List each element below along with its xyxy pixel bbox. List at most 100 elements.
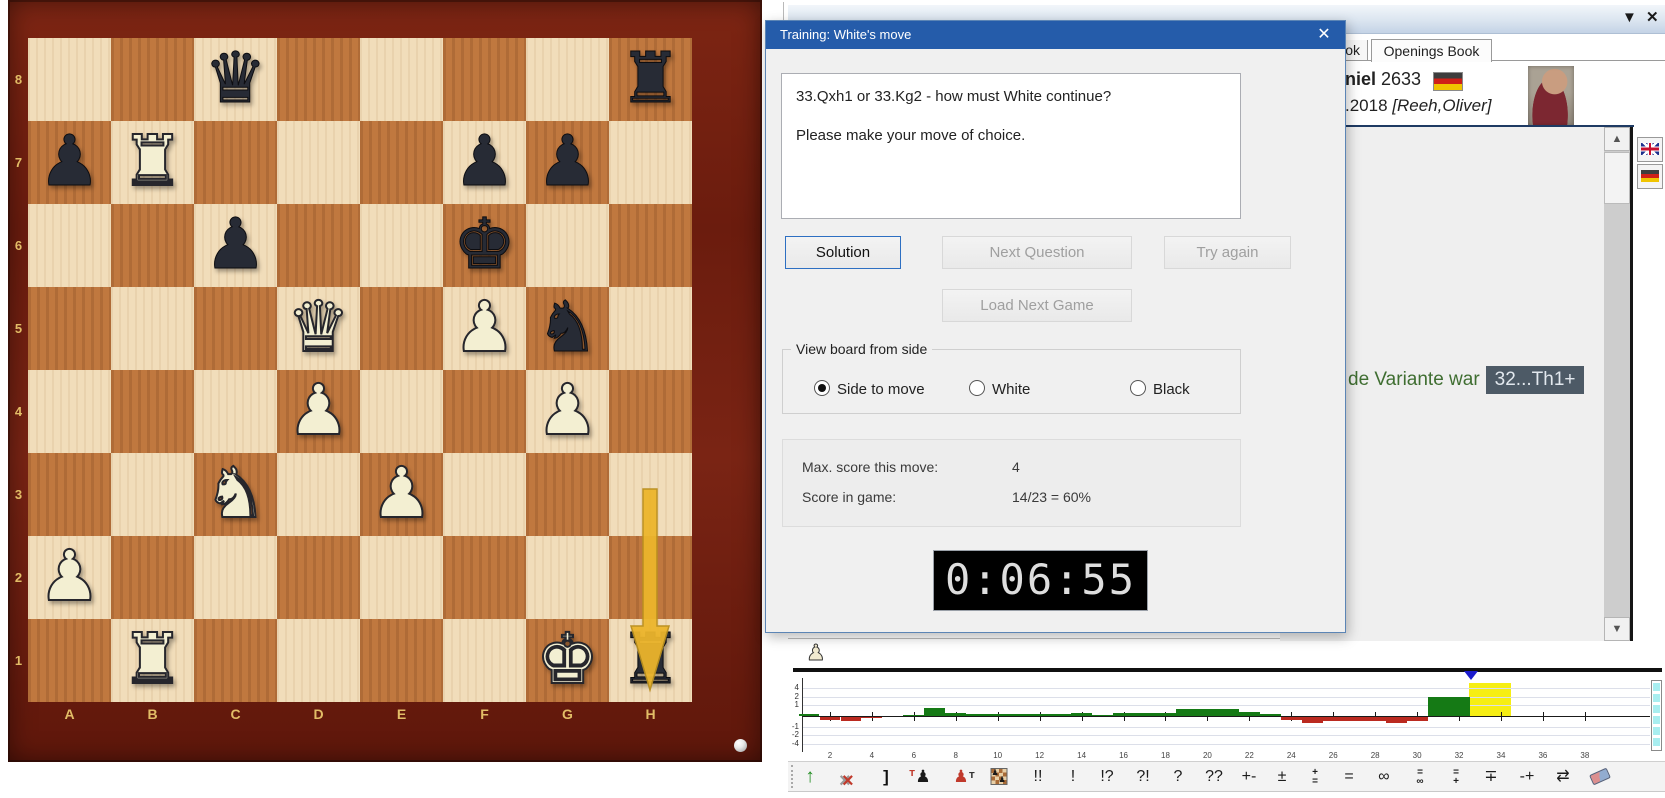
square-f2[interactable] [443, 536, 526, 619]
square-h2[interactable] [609, 536, 692, 619]
square-d6[interactable] [277, 204, 360, 287]
square-c5[interactable] [194, 287, 277, 370]
radio-circle[interactable] [1130, 380, 1146, 396]
piece-wr-b1[interactable]: ♜ [111, 618, 194, 702]
solution-button[interactable]: Solution [785, 236, 901, 269]
dubious-move-icon[interactable]: ?! [1136, 764, 1149, 790]
square-f4[interactable] [443, 370, 526, 453]
try-again-button[interactable]: Try again [1164, 236, 1291, 269]
square-a3[interactable] [28, 453, 111, 536]
square-a1[interactable] [28, 619, 111, 702]
piece-wp-a2[interactable]: ♟ [28, 535, 111, 619]
blunder-icon[interactable]: ?? [1205, 764, 1223, 790]
square-c2[interactable] [194, 536, 277, 619]
white-slightly-better-icon[interactable]: + = [1312, 764, 1318, 790]
piece-br-h1[interactable]: ♜ [609, 619, 692, 702]
delete-annotation-icon[interactable]: × × [839, 764, 857, 792]
square-e4[interactable] [360, 370, 443, 453]
piece-bp-f7[interactable]: ♟ [443, 121, 526, 204]
load-next-game-button[interactable]: Load Next Game [942, 289, 1132, 322]
scroll-down-icon[interactable]: ▼ [1604, 617, 1630, 641]
black-slightly-better-icon[interactable]: = + [1453, 764, 1459, 790]
next-question-button[interactable]: Next Question [942, 236, 1132, 269]
piece-wq-d5[interactable]: ♛ [277, 286, 360, 370]
square-d2[interactable] [277, 536, 360, 619]
square-c7[interactable] [194, 121, 277, 204]
radio-white[interactable]: White [969, 380, 1030, 398]
piece-bq-c8[interactable]: ♛ [194, 38, 277, 121]
radio-black[interactable]: Black [1130, 380, 1190, 398]
square-h6[interactable] [609, 204, 692, 287]
square-e2[interactable] [360, 536, 443, 619]
interesting-move-icon[interactable]: !? [1100, 764, 1113, 790]
equal-position-icon[interactable]: = [1344, 764, 1353, 790]
piece-wp-g4[interactable]: ♟ [526, 369, 609, 453]
square-a5[interactable] [28, 287, 111, 370]
radio-side-to-move[interactable]: Side to move [814, 380, 925, 398]
german-flag-button[interactable] [1637, 164, 1663, 189]
uk-flag-button[interactable] [1637, 137, 1663, 162]
move-up-icon[interactable]: ↑ [805, 764, 815, 790]
square-f1[interactable] [443, 619, 526, 702]
square-d8[interactable] [277, 38, 360, 121]
piece-bp-g7[interactable]: ♟ [526, 121, 609, 204]
good-move-icon[interactable]: ! [1071, 764, 1075, 790]
black-better-icon[interactable]: ∓ [1484, 764, 1497, 790]
piece-wr-b7[interactable]: ♜ [111, 120, 194, 204]
square-d7[interactable] [277, 121, 360, 204]
unclear-position-icon[interactable]: ∞ [1378, 764, 1389, 790]
square-g6[interactable] [526, 204, 609, 287]
piece-wp-d4[interactable]: ♟ [277, 369, 360, 453]
piece-bp-a7[interactable]: ♟ [28, 121, 111, 204]
square-b8[interactable] [111, 38, 194, 121]
close-icon[interactable]: ✕ [1646, 9, 1659, 27]
tab-openings-book[interactable]: Openings Book [1371, 39, 1492, 62]
square-b5[interactable] [111, 287, 194, 370]
notation-scrollbar-track[interactable] [1604, 127, 1630, 641]
square-e8[interactable] [360, 38, 443, 121]
piece-bk-f6[interactable]: ♚ [443, 204, 526, 287]
square-h5[interactable] [609, 287, 692, 370]
end-variation-icon[interactable]: ] [883, 764, 889, 790]
square-h3[interactable] [609, 453, 692, 536]
square-h7[interactable] [609, 121, 692, 204]
square-e6[interactable] [360, 204, 443, 287]
collapse-icon[interactable]: ▼ [1622, 9, 1637, 27]
square-g3[interactable] [526, 453, 609, 536]
piece-bp-c6[interactable]: ♟ [194, 204, 277, 287]
radio-circle[interactable] [814, 380, 830, 396]
scroll-up-icon[interactable]: ▲ [1604, 127, 1630, 151]
piece-wk-g1[interactable]: ♚ [526, 618, 609, 702]
erase-icon[interactable] [1589, 764, 1611, 790]
piece-wp-f5[interactable]: ♟ [443, 286, 526, 370]
square-e1[interactable] [360, 619, 443, 702]
square-c4[interactable] [194, 370, 277, 453]
white-winning-icon[interactable]: +- [1242, 764, 1257, 790]
piece-wp-e3[interactable]: ♟ [360, 452, 443, 536]
counterplay-icon[interactable]: ⇄ [1556, 764, 1569, 790]
square-e5[interactable] [360, 287, 443, 370]
square-h4[interactable] [609, 370, 692, 453]
square-a6[interactable] [28, 204, 111, 287]
square-a8[interactable] [28, 38, 111, 121]
piece-wn-c3[interactable]: ♞ [194, 452, 277, 536]
very-good-move-icon[interactable]: !! [1034, 764, 1043, 790]
square-f8[interactable] [443, 38, 526, 121]
toolbar-drag-handle[interactable] [791, 765, 795, 788]
white-better-icon[interactable]: ± [1278, 764, 1287, 790]
square-g8[interactable] [526, 38, 609, 121]
text-before-move-icon[interactable]: T ♟ [909, 764, 930, 790]
square-b6[interactable] [111, 204, 194, 287]
square-d1[interactable] [277, 619, 360, 702]
mistake-icon[interactable]: ? [1174, 764, 1183, 790]
square-e7[interactable] [360, 121, 443, 204]
black-winning-icon[interactable]: -+ [1520, 764, 1535, 790]
radio-circle[interactable] [969, 380, 985, 396]
square-b3[interactable] [111, 453, 194, 536]
notation-scrollbar-thumb[interactable] [1604, 152, 1630, 204]
square-g2[interactable] [526, 536, 609, 619]
insert-diagram-icon[interactable]: ♟ ♟ [990, 764, 1008, 790]
dialog-close-icon[interactable]: ✕ [1313, 21, 1335, 49]
text-after-move-icon[interactable]: ♟ T [953, 764, 974, 790]
square-b4[interactable] [111, 370, 194, 453]
